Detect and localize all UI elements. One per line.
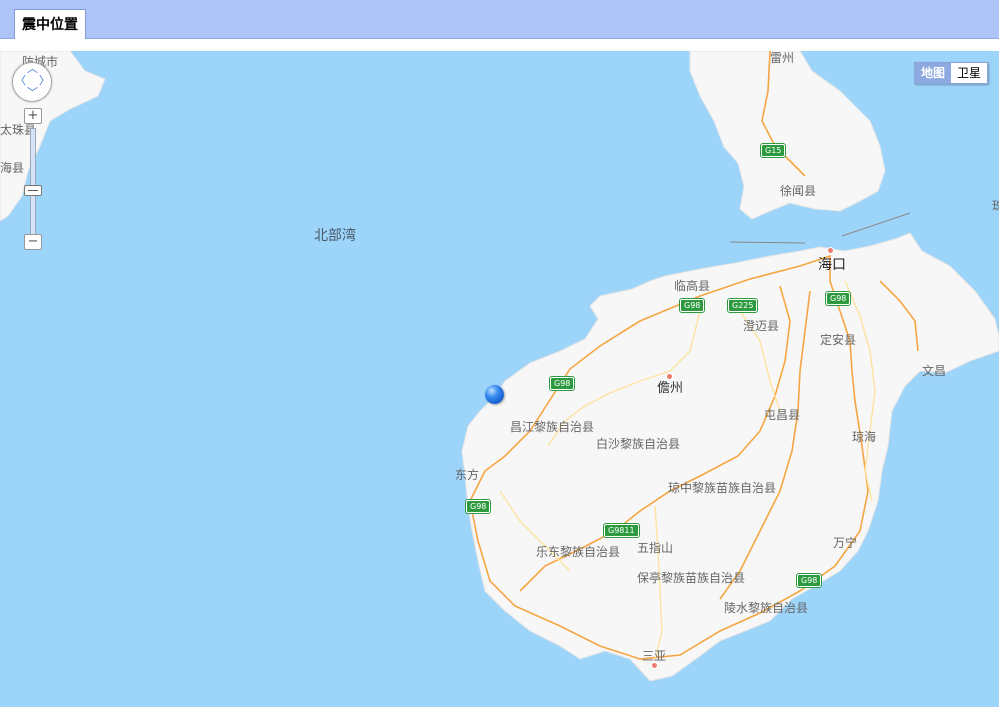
tab-epicenter-location[interactable]: 震中位置 — [14, 9, 86, 39]
place-label-sanya: 三亚 — [642, 649, 667, 663]
highway-shield-g98-southwest: G98 — [464, 499, 492, 514]
highway-shield-g225: G225 — [726, 298, 759, 313]
place-label-tunchang: 屯昌县 — [764, 408, 801, 422]
sea-label-beibu-gulf: 北部湾 — [314, 227, 356, 243]
place-label-wanning: 万宁 — [833, 536, 858, 550]
place-label-left-low: 海县 — [0, 161, 25, 175]
place-label-dongfang: 东方 — [455, 468, 480, 482]
place-label-baoting: 保亭黎族苗族自治县 — [637, 571, 746, 585]
map-type-switch: 地图 卫星 — [914, 62, 989, 84]
zoom-out-button[interactable]: − — [24, 234, 42, 250]
place-label-lingshui: 陵水黎族自治县 — [724, 601, 809, 615]
place-label-chengmai: 澄迈县 — [743, 319, 780, 333]
zoom-in-button[interactable]: + — [24, 108, 42, 124]
city-dot-haikou — [827, 247, 834, 254]
place-label-lingao: 临高县 — [674, 279, 711, 293]
pan-right-icon[interactable]: 〉 — [39, 76, 50, 87]
place-label-xuwen: 徐闻县 — [780, 184, 817, 198]
highway-shield-g98-southeast: G98 — [795, 573, 823, 588]
tab-bar: 震中位置 — [0, 0, 999, 39]
place-label-haikou: 海口 — [818, 256, 846, 272]
highway-shield-g15: G15 — [759, 143, 787, 158]
map-canvas[interactable]: 北部湾 雷州 防城市 太珠县 海县 珠 徐闻县 海口 临高县 澄迈县 定安县 文… — [0, 51, 999, 707]
place-label-right-edge: 珠 — [992, 199, 999, 213]
pan-up-icon[interactable]: ︿ — [27, 64, 38, 75]
pan-down-icon[interactable]: ﹀ — [27, 88, 38, 99]
place-label-ledong: 乐东黎族自治县 — [536, 545, 621, 559]
epicenter-marker[interactable] — [485, 385, 504, 404]
place-label-changjiang: 昌江黎族自治县 — [510, 420, 595, 434]
strait-line-1 — [729, 241, 806, 244]
place-label-qionghai: 琼海 — [852, 430, 877, 444]
highway-shield-g98-west: G98 — [548, 376, 576, 391]
map-type-satellite-button[interactable]: 卫星 — [951, 63, 987, 83]
pan-control: ︿ ﹀ 〈 〉 — [12, 62, 52, 102]
place-label-danzhou: 儋州 — [657, 380, 684, 395]
pan-left-icon[interactable]: 〈 — [15, 76, 26, 87]
map-base-layer — [0, 51, 999, 682]
highway-shield-g9811: G9811 — [603, 523, 640, 538]
city-dot-sanya — [651, 662, 658, 669]
place-label-dingan: 定安县 — [820, 333, 857, 347]
zoom-slider-thumb[interactable] — [24, 185, 42, 196]
place-label-wuzhishan: 五指山 — [637, 541, 674, 555]
tab-content-gap — [0, 39, 999, 51]
city-dot-danzhou — [666, 373, 673, 380]
place-label-leizhou: 雷州 — [770, 51, 795, 65]
place-label-baisha: 白沙黎族自治县 — [596, 437, 681, 451]
highway-shield-g98-north: G98 — [678, 298, 706, 313]
strait-line-2 — [841, 212, 911, 237]
place-label-qiongzhong: 琼中黎族苗族自治县 — [668, 481, 777, 495]
zoom-slider-track[interactable] — [30, 128, 36, 236]
highway-shield-g98-northeast: G98 — [824, 291, 852, 306]
place-label-wenchang: 文昌 — [922, 364, 947, 378]
map-type-map-button[interactable]: 地图 — [915, 63, 952, 83]
